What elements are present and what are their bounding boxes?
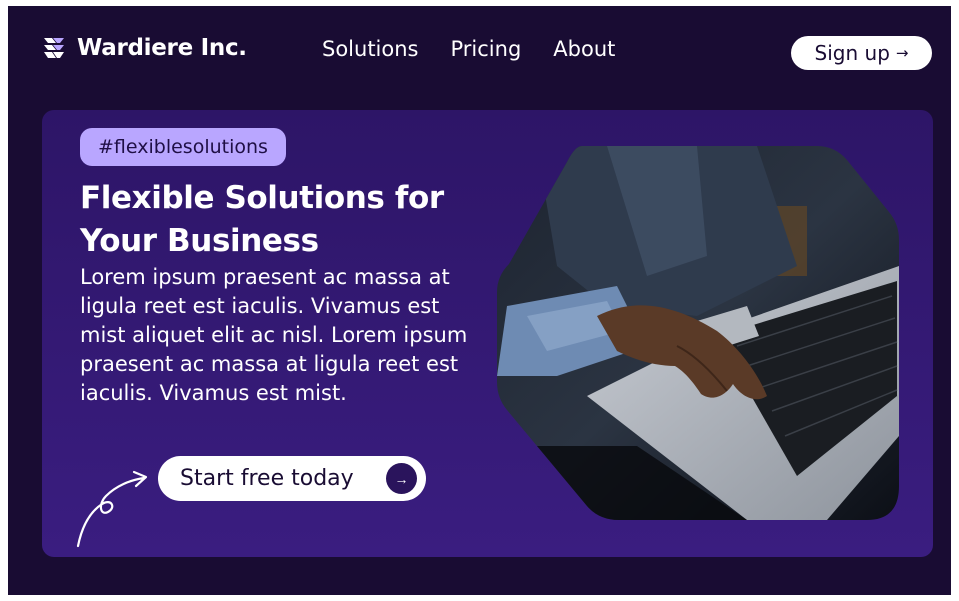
nav-link-about[interactable]: About — [553, 37, 615, 61]
hero-image — [497, 146, 899, 520]
brand-mark-icon — [44, 38, 64, 58]
landing-page: Wardiere Inc. Solutions Pricing About Si… — [8, 6, 951, 595]
cta-label: Start free today — [180, 466, 354, 491]
brand-logo[interactable]: Wardiere Inc. — [43, 35, 247, 61]
signup-button[interactable]: Sign up → — [791, 36, 932, 70]
arrow-right-icon: → — [386, 463, 417, 494]
curved-arrow-icon — [76, 470, 148, 548]
start-free-button[interactable]: Start free today → — [158, 456, 426, 501]
hero-panel: #flexiblesolutions Flexible Solutions fo… — [42, 110, 933, 557]
signup-label: Sign up — [814, 41, 890, 65]
hero-headline: Flexible Solutions for Your Business — [80, 180, 444, 259]
brand-name: Wardiere Inc. — [77, 35, 247, 61]
arrow-right-icon: → — [895, 44, 909, 62]
nav-link-solutions[interactable]: Solutions — [322, 37, 419, 61]
hero-description: Lorem ipsum praesent ac massa at ligula … — [80, 265, 468, 405]
nav-link-pricing[interactable]: Pricing — [451, 37, 522, 61]
hashtag-badge: #flexiblesolutions — [80, 128, 286, 166]
main-nav: Solutions Pricing About — [322, 37, 647, 61]
person-typing-on-laptop-photo — [497, 146, 899, 520]
